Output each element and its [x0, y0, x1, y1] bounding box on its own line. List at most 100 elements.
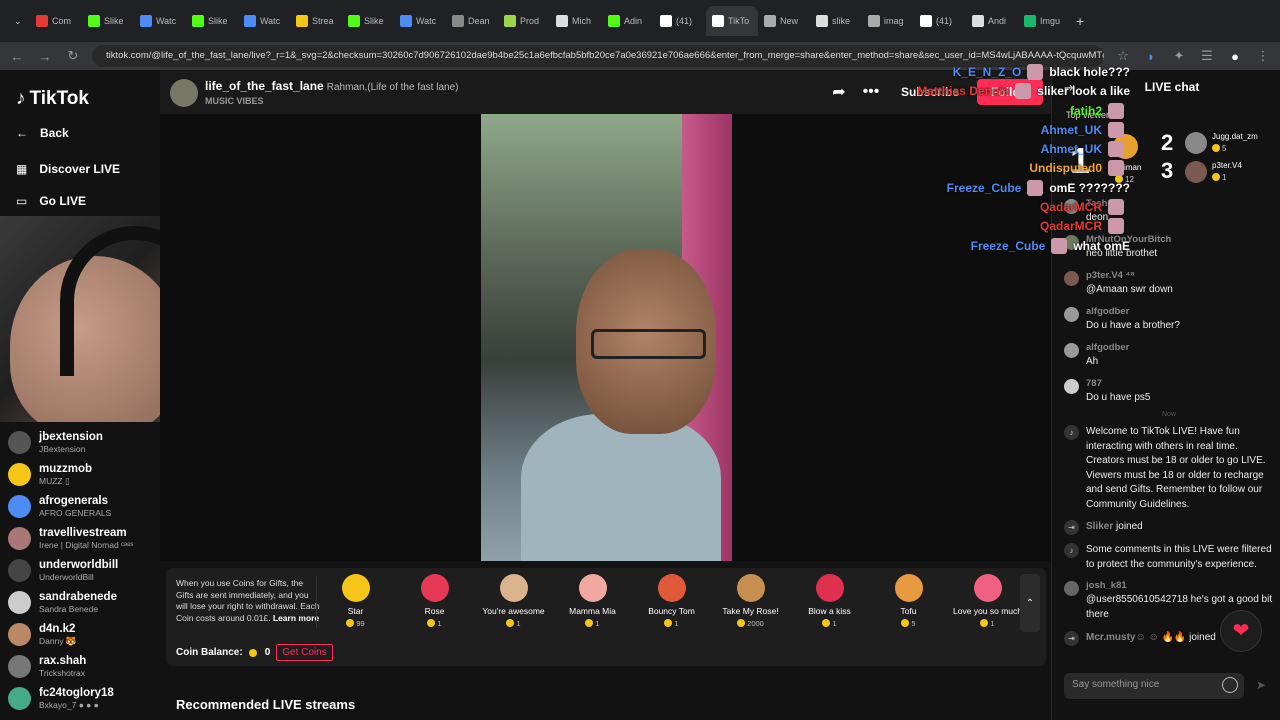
followed-account-item[interactable]: fc24toglory18 Bxkayo_7 ● ● ● [8, 682, 158, 714]
browser-tab[interactable]: Watc [134, 6, 186, 36]
followed-account-item[interactable]: muzzmob MUZZ ▯ [8, 458, 158, 490]
followed-account-item[interactable]: underworldbill UnderworldBill [8, 554, 158, 586]
browser-tab[interactable]: Andi [966, 6, 1018, 36]
back-button[interactable]: ← Back [16, 126, 69, 140]
gift-item[interactable]: Love you so much 1 [948, 572, 1027, 628]
tab-list-button[interactable]: ⌄ [8, 6, 30, 36]
rank-2-avatar[interactable] [1185, 132, 1207, 154]
chat-input[interactable]: Say something nice [1064, 673, 1244, 699]
gift-item[interactable]: Blow a kiss 1 [790, 572, 869, 628]
gift-item[interactable]: You're awesome 1 [474, 572, 553, 628]
gift-item[interactable]: Mamma Mia 1 [553, 572, 632, 628]
gift-item[interactable]: Rose 1 [395, 572, 474, 628]
learn-more-link[interactable]: Learn more [273, 613, 319, 623]
reading-list-icon[interactable]: ☰ [1198, 48, 1216, 64]
browser-tab[interactable]: imag [862, 6, 914, 36]
overlay-username: K_E_N_Z_O [952, 65, 1022, 79]
rank-3-coin-icon [1212, 173, 1220, 181]
account-nickname: MUZZ ▯ [39, 475, 70, 486]
followed-account-item[interactable]: sandrabenede Sandra Benede [8, 586, 158, 618]
like-heart-button[interactable]: ❤ [1220, 610, 1262, 652]
tiktok-logo[interactable]: ♪ TikTok [16, 88, 89, 110]
account-nickname: JBextension [39, 443, 86, 454]
tab-title: imag [884, 16, 904, 26]
forward-arrow-icon[interactable]: → [36, 49, 54, 64]
stream-category[interactable]: MUSIC VIBES [205, 96, 264, 106]
gift-name: Bouncy Tom [648, 606, 695, 616]
browser-tab[interactable]: Mich [550, 6, 602, 36]
back-arrow-icon[interactable]: ← [8, 49, 26, 64]
browser-tab[interactable]: Com [30, 6, 82, 36]
send-icon[interactable]: ➤ [1256, 678, 1266, 692]
chat-message[interactable]: alfgodber Do u have a brother? [1064, 306, 1274, 333]
gift-item[interactable]: Bouncy Tom 1 [632, 572, 711, 628]
gift-expand-button[interactable]: ⌃ [1020, 574, 1040, 632]
overlay-username: Ahmet_UK [1040, 123, 1102, 137]
join-username[interactable]: Sliker [1086, 521, 1113, 532]
get-coins-button[interactable]: Get Coins [276, 644, 333, 661]
browser-tab[interactable]: New [758, 6, 810, 36]
bookmark-star-icon[interactable]: ☆ [1114, 48, 1132, 64]
account-name: rax.shah [39, 654, 87, 667]
gift-item[interactable]: Take My Rose! 2000 [711, 572, 790, 628]
overlay-username: Ahmet_UK [1040, 142, 1102, 156]
tab-favicon-icon [660, 15, 672, 27]
tab-title: Watc [156, 16, 177, 26]
browser-tab[interactable]: Imgu [1018, 6, 1070, 36]
menu-kebab-icon[interactable]: ⋮ [1254, 48, 1272, 64]
chat-text: Do u have ps5 [1086, 392, 1151, 403]
browser-tab[interactable]: Slike [186, 6, 238, 36]
profile-avatar[interactable]: ● [1226, 49, 1244, 64]
extensions-puzzle-icon[interactable]: ✦ [1170, 48, 1188, 64]
tab-title: Watc [260, 16, 281, 26]
tab-favicon-icon [1024, 15, 1036, 27]
followed-account-item[interactable]: jbextension JBextension [8, 426, 158, 458]
emote-icon [1051, 238, 1068, 254]
browser-tab[interactable]: Watc [238, 6, 290, 36]
extension-icon[interactable]: ◗ [1142, 49, 1160, 64]
gift-item[interactable]: Star 99 [316, 572, 395, 628]
browser-tab[interactable]: Adin [602, 6, 654, 36]
followed-account-item[interactable]: rax.shah Trickshotrax [8, 650, 158, 682]
share-icon[interactable]: ➦ [827, 80, 851, 104]
emote-icon [1015, 83, 1032, 99]
followed-account-item[interactable]: d4n.k2 Danny 🐯 [8, 618, 158, 650]
reload-icon[interactable]: ↻ [64, 48, 82, 64]
chat-message[interactable]: 787 Do u have ps5 [1064, 378, 1274, 405]
gift-price: 1 [674, 619, 679, 628]
browser-tab[interactable]: Watc [394, 6, 446, 36]
streamer-avatar[interactable] [170, 79, 198, 107]
streamer-name[interactable]: life_of_the_fast_lane Rahman,(Life of the… [205, 79, 458, 93]
overlay-username: QadarMCR [1039, 219, 1102, 233]
browser-tab[interactable]: (41) [654, 6, 706, 36]
tiktok-note-icon: ♪ [1064, 425, 1079, 440]
rank-3-avatar[interactable] [1185, 161, 1207, 183]
chat-message[interactable]: p3ter.V4 ⁴⁸ @Amaan swr down [1064, 270, 1274, 297]
coin-balance-value: 0 [264, 647, 271, 658]
go-live-link[interactable]: ▭ Go LIVE [16, 194, 86, 208]
browser-tab[interactable]: Prod [498, 6, 550, 36]
followed-account-item[interactable]: travellivestream Irene | Digital Nomad ᶜᵃ… [8, 522, 158, 554]
discover-live-link[interactable]: ▦ Discover LIVE [16, 162, 120, 176]
browser-tab[interactable]: Slike [82, 6, 134, 36]
overlay-message: black hole??? [1049, 65, 1130, 79]
gift-name: Love you so much [953, 606, 1022, 616]
join-username[interactable]: Mcr.musty☺ ☺ 🔥🔥 [1086, 632, 1186, 643]
followed-account-item[interactable]: afrogenerals AFRO GENERALS [8, 490, 158, 522]
chat-message[interactable]: alfgodber Ah [1064, 342, 1274, 369]
chat-username: josh_k81 [1086, 580, 1127, 591]
more-icon[interactable]: ••• [859, 80, 883, 104]
browser-tab[interactable]: slike [810, 6, 862, 36]
gift-icon [341, 574, 370, 602]
gift-price: 1 [832, 619, 837, 628]
browser-tab[interactable]: Strea [290, 6, 342, 36]
browser-tab[interactable]: Dean [446, 6, 498, 36]
browser-tab[interactable]: (41) [914, 6, 966, 36]
gift-list: Star 99 Rose 1 You're awesome 1 Mamma Mia 1 Boun… [316, 572, 1028, 628]
browser-tab[interactable]: Slike [342, 6, 394, 36]
new-tab-button[interactable]: + [1070, 6, 1092, 36]
live-video[interactable] [481, 114, 732, 561]
gift-item[interactable]: Tofu 5 [869, 572, 948, 628]
browser-tab[interactable]: TikTo [706, 6, 758, 36]
emoji-icon[interactable] [1222, 677, 1238, 693]
